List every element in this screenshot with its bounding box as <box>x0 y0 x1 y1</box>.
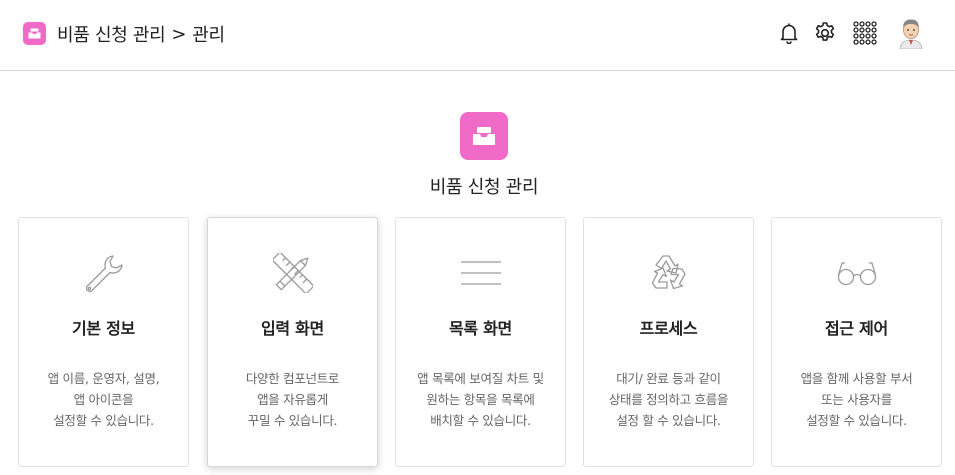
card-description-line: 앱 이름, 운영자, 설명, <box>47 371 160 386</box>
breadcrumb-current-page: 관리 <box>192 25 225 46</box>
recycle-icon <box>584 252 753 294</box>
card-description: 앱 이름, 운영자, 설명, 앱 아이콘을 설정할 수 있습니다. <box>27 368 180 431</box>
card-process[interactable]: 프로세스 대기/ 완료 등과 같이 상태를 정의하고 흐름을 설정 할 수 있습… <box>583 217 754 467</box>
card-title: 기본 정보 <box>72 319 135 338</box>
glasses-icon <box>772 252 941 294</box>
user-avatar[interactable] <box>895 17 927 49</box>
card-description-line: 설정할 수 있습니다. <box>806 413 907 428</box>
card-description-line: 꾸밀 수 있습니다. <box>247 413 338 428</box>
breadcrumb-app-name[interactable]: 비품 신청 관리 <box>57 21 166 47</box>
card-description-line: 앱을 자유롭게 <box>257 392 328 407</box>
top-bar: 비품 신청 관리 > 관리 <box>0 0 955 71</box>
breadcrumb-separator: > <box>171 23 187 45</box>
card-description-line: 앱을 함께 사용할 부서 <box>800 371 913 386</box>
card-description-line: 앱 목록에 보여질 차트 및 <box>417 371 544 386</box>
list-lines-icon <box>396 252 565 294</box>
card-title: 프로세스 <box>639 319 698 338</box>
card-description-line: 설정 할 수 있습니다. <box>616 413 721 428</box>
card-description-line: 앱 아이콘을 <box>73 392 134 407</box>
card-description: 다양한 컴포넌트로 앱을 자유롭게 꾸밀 수 있습니다. <box>216 368 369 431</box>
card-list-screen[interactable]: 목록 화면 앱 목록에 보여질 차트 및 원하는 항목을 목록에 배치할 수 있… <box>395 217 566 467</box>
bell-icon[interactable] <box>773 17 805 49</box>
card-description-line: 또는 사용자를 <box>821 392 892 407</box>
card-description: 앱을 함께 사용할 부서 또는 사용자를 설정할 수 있습니다. <box>780 368 933 431</box>
card-description-line: 원하는 항목을 목록에 <box>426 392 535 407</box>
card-input-screen[interactable]: 입력 화면 다양한 컴포넌트로 앱을 자유롭게 꾸밀 수 있습니다. <box>207 217 378 467</box>
apps-grid-icon[interactable] <box>849 17 881 49</box>
card-access-control[interactable]: 접근 제어 앱을 함께 사용할 부서 또는 사용자를 설정할 수 있습니다. <box>771 217 942 467</box>
card-basic-info[interactable]: 기본 정보 앱 이름, 운영자, 설명, 앱 아이콘을 설정할 수 있습니다. <box>18 217 189 467</box>
gear-icon[interactable] <box>809 17 841 49</box>
card-description-line: 상태를 정의하고 흐름을 <box>608 392 729 407</box>
card-description: 앱 목록에 보여질 차트 및 원하는 항목을 목록에 배치할 수 있습니다. <box>404 368 557 431</box>
breadcrumb: 비품 신청 관리 > 관리 <box>57 20 225 48</box>
card-description-line: 대기/ 완료 등과 같이 <box>616 371 721 386</box>
card-title: 입력 화면 <box>261 319 324 338</box>
inbox-tray-icon[interactable] <box>23 22 46 45</box>
card-title: 접근 제어 <box>825 319 888 338</box>
card-description-line: 다양한 컴포넌트로 <box>245 371 340 386</box>
card-title: 목록 화면 <box>449 319 512 338</box>
wrench-icon <box>19 252 188 294</box>
card-description-line: 설정할 수 있습니다. <box>53 413 154 428</box>
app-icon <box>460 112 508 160</box>
card-description: 대기/ 완료 등과 같이 상태를 정의하고 흐름을 설정 할 수 있습니다. <box>592 368 745 431</box>
ruler-pencil-icon <box>208 252 377 294</box>
app-title: 비품 신청 관리 <box>429 177 539 198</box>
card-description-line: 배치할 수 있습니다. <box>430 413 531 428</box>
